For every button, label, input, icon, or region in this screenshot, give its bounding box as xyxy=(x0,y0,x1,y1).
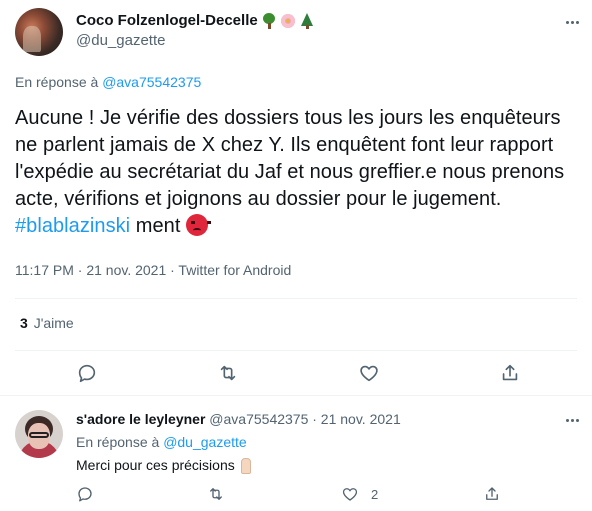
reply-icon xyxy=(78,364,96,383)
reply-author-handle-date[interactable]: @ava75542375 · 21 nov. 2021 xyxy=(209,411,400,427)
reply-retweet-button[interactable] xyxy=(207,485,225,503)
reply-replying-to-label: En réponse à xyxy=(76,434,160,450)
retweet-icon xyxy=(220,365,236,381)
reply-author-name[interactable]: s'adore le leyleyner xyxy=(76,411,205,427)
reply-share-button[interactable] xyxy=(483,485,501,503)
author-avatar[interactable] xyxy=(15,8,63,56)
replying-to-label: En réponse à xyxy=(15,74,99,90)
reply-like-button[interactable] xyxy=(341,485,359,503)
tweet-metadata[interactable]: 11:17 PM · 21 nov. 2021 · Twitter for An… xyxy=(15,262,291,278)
retweet-icon xyxy=(210,488,222,500)
share-button[interactable] xyxy=(499,362,521,384)
divider xyxy=(0,395,592,396)
flower-icon xyxy=(280,13,296,29)
reply-author-avatar[interactable] xyxy=(15,410,63,458)
reply-replying-to-handle-link[interactable]: @du_gazette xyxy=(163,434,247,450)
retweet-button[interactable] xyxy=(217,362,239,384)
glasses-shape xyxy=(29,432,49,438)
replying-to: En réponse à @ava75542375 xyxy=(15,74,201,90)
reply-more-options-icon[interactable] xyxy=(562,412,582,428)
like-button[interactable] xyxy=(358,362,380,384)
hashtag-link[interactable]: #blablazinski xyxy=(15,215,130,237)
reply-button[interactable] xyxy=(76,362,98,384)
divider xyxy=(15,350,577,351)
likes-count: 3 xyxy=(20,315,28,331)
reply-header: s'adore le leyleyner @ava75542375 · 21 n… xyxy=(76,411,401,427)
likes-label: J'aime xyxy=(33,315,74,331)
reply-text-body: Merci pour ces précisions xyxy=(76,457,235,473)
replying-to-handle-link[interactable]: @ava75542375 xyxy=(102,74,201,90)
reply-text: Merci pour ces précisions xyxy=(76,457,252,474)
tree-icon xyxy=(261,12,277,29)
more-options-icon[interactable] xyxy=(562,14,582,30)
heart-icon xyxy=(360,365,378,382)
fir-tree-icon xyxy=(299,12,315,29)
heart-icon xyxy=(342,488,358,501)
tweet-text-body: Aucune ! Je vérifie des dossiers tous le… xyxy=(15,107,565,210)
likes-count-link[interactable]: 3 J'aime xyxy=(20,315,74,331)
divider xyxy=(15,298,577,299)
folded-hands-icon xyxy=(238,458,252,474)
share-icon xyxy=(502,364,518,381)
angry-face-icon xyxy=(186,214,212,236)
reply-reply-button[interactable] xyxy=(76,485,94,503)
author-name-text: Coco Folzenlogel-Decelle xyxy=(76,12,258,29)
reply-icon xyxy=(78,487,92,502)
share-icon xyxy=(486,487,498,500)
author-display-name[interactable]: Coco Folzenlogel-Decelle xyxy=(76,12,315,29)
tweet-text-tail: ment xyxy=(130,215,181,237)
tweet-text: Aucune ! Je vérifie des dossiers tous le… xyxy=(15,105,585,240)
reply-like-count: 2 xyxy=(371,487,379,502)
reply-replying-to: En réponse à @du_gazette xyxy=(76,434,247,450)
author-handle[interactable]: @du_gazette xyxy=(76,32,165,49)
